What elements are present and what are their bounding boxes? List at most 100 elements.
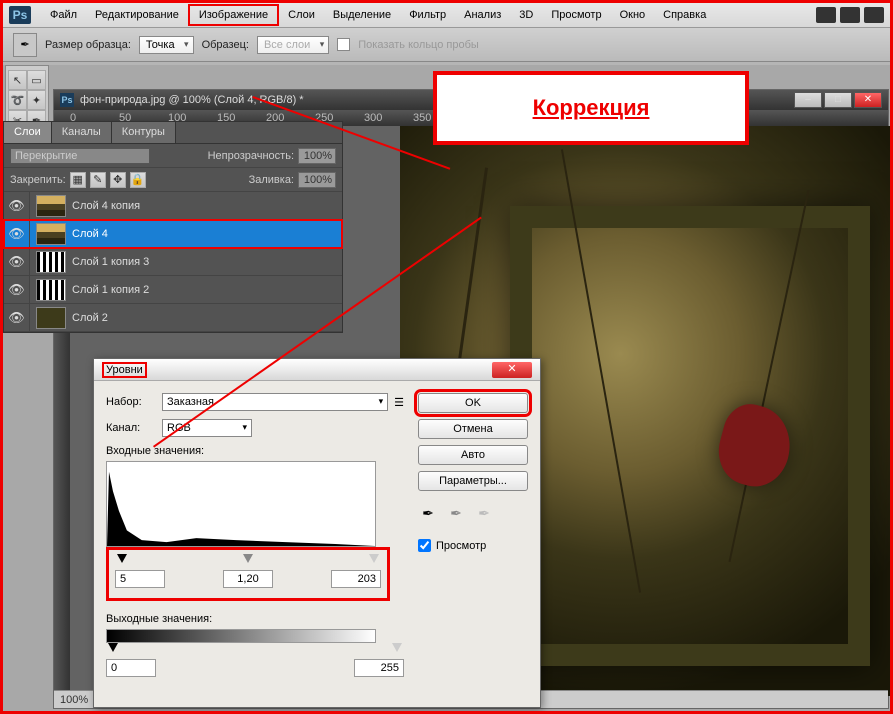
eyedropper-tool-icon[interactable]: ✒ — [13, 33, 37, 57]
minibridge-icon[interactable] — [840, 7, 860, 23]
layer-row[interactable]: 👁 Слой 4 копия — [4, 192, 342, 220]
dialog-title: Уровни — [102, 362, 147, 378]
layer-thumbnail[interactable] — [36, 195, 66, 217]
output-white-input[interactable] — [354, 659, 404, 677]
layer-row[interactable]: 👁 Слой 4 — [4, 220, 342, 248]
callout-text: Коррекция — [533, 95, 650, 121]
screenmode-icon[interactable] — [864, 7, 884, 23]
menu-edit[interactable]: Редактирование — [86, 6, 188, 24]
show-ring-label: Показать кольцо пробы — [358, 39, 479, 51]
auto-button[interactable]: Авто — [418, 445, 528, 465]
layer-thumbnail[interactable] — [36, 307, 66, 329]
visibility-icon[interactable]: 👁 — [4, 276, 30, 303]
layer-thumbnail[interactable] — [36, 223, 66, 245]
output-black-input[interactable] — [106, 659, 156, 677]
window-maximize[interactable]: □ — [824, 92, 852, 108]
layer-thumbnail[interactable] — [36, 251, 66, 273]
sample-size-select[interactable]: Точка — [139, 36, 194, 54]
marquee-tool[interactable]: ▭ — [27, 70, 46, 90]
app-logo: Ps — [9, 6, 31, 24]
input-values-label: Входные значения: — [106, 445, 404, 457]
output-values-label: Выходные значения: — [106, 613, 404, 625]
wand-tool[interactable]: ✦ — [27, 90, 46, 110]
output-gradient[interactable] — [106, 629, 376, 643]
preset-label: Набор: — [106, 396, 156, 408]
tab-layers[interactable]: Слои — [4, 122, 52, 143]
black-point-dropper-icon[interactable]: ✒ — [418, 503, 438, 523]
menu-3d[interactable]: 3D — [510, 6, 542, 24]
menu-image[interactable]: Изображение — [188, 4, 279, 26]
menu-window[interactable]: Окно — [611, 6, 655, 24]
menu-view[interactable]: Просмотр — [542, 6, 610, 24]
zoom-indicator[interactable]: 100% — [60, 694, 88, 706]
midtone-slider[interactable] — [243, 554, 253, 563]
sample-target-select[interactable]: Все слои — [257, 36, 329, 54]
shadow-input[interactable] — [115, 570, 165, 588]
fill-label: Заливка: — [249, 174, 294, 186]
lasso-tool[interactable]: ➰ — [8, 90, 27, 110]
lock-all-icon[interactable]: 🔒 — [130, 172, 146, 188]
window-close[interactable]: ✕ — [854, 92, 882, 108]
dialog-close-button[interactable]: ✕ — [492, 362, 532, 378]
input-sliders-group — [106, 547, 390, 601]
layer-name: Слой 4 — [72, 228, 108, 240]
preset-menu-icon[interactable]: ☰ — [394, 396, 404, 409]
show-ring-checkbox[interactable] — [337, 38, 350, 51]
shadow-slider[interactable] — [117, 554, 127, 563]
preview-checkbox[interactable] — [418, 539, 431, 552]
lock-pixels-icon[interactable]: ✎ — [90, 172, 106, 188]
output-black-slider[interactable] — [108, 643, 118, 652]
visibility-icon[interactable]: 👁 — [4, 220, 30, 247]
cancel-button[interactable]: Отмена — [418, 419, 528, 439]
ok-button[interactable]: OK — [418, 393, 528, 413]
channel-select[interactable]: RGB — [162, 419, 252, 437]
opacity-label: Непрозрачность: — [208, 150, 294, 162]
visibility-icon[interactable]: 👁 — [4, 248, 30, 275]
white-point-dropper-icon[interactable]: ✒ — [474, 503, 494, 523]
highlight-input[interactable] — [331, 570, 381, 588]
highlight-slider[interactable] — [369, 554, 379, 563]
layer-row[interactable]: 👁 Слой 1 копия 2 — [4, 276, 342, 304]
callout-box: Коррекция — [433, 71, 749, 145]
layer-name: Слой 1 копия 3 — [72, 256, 149, 268]
menu-select[interactable]: Выделение — [324, 6, 400, 24]
layer-row[interactable]: 👁 Слой 1 копия 3 — [4, 248, 342, 276]
fill-input[interactable]: 100% — [298, 172, 336, 188]
output-slider-track[interactable] — [106, 643, 404, 653]
layer-name: Слой 1 копия 2 — [72, 284, 149, 296]
layer-thumbnail[interactable] — [36, 279, 66, 301]
input-slider-track[interactable] — [115, 554, 381, 564]
options-bar: ✒ Размер образца: Точка Образец: Все сло… — [3, 28, 890, 62]
output-white-slider[interactable] — [392, 643, 402, 652]
gray-point-dropper-icon[interactable]: ✒ — [446, 503, 466, 523]
menu-file[interactable]: Файл — [41, 6, 86, 24]
tab-channels[interactable]: Каналы — [52, 122, 112, 143]
options-button[interactable]: Параметры... — [418, 471, 528, 491]
layer-row[interactable]: 👁 Слой 2 — [4, 304, 342, 332]
window-minimize[interactable]: – — [794, 92, 822, 108]
blend-mode-select[interactable]: Перекрытие — [10, 148, 150, 164]
dialog-titlebar[interactable]: Уровни ✕ — [94, 359, 540, 381]
preview-checkbox-row[interactable]: Просмотр — [418, 539, 528, 552]
layer-name: Слой 2 — [72, 312, 108, 324]
layers-panel: Слои Каналы Контуры Перекрытие Непрозрач… — [3, 121, 343, 333]
menu-layer[interactable]: Слои — [279, 6, 324, 24]
workspace-icon[interactable] — [816, 7, 836, 23]
lock-position-icon[interactable]: ✥ — [110, 172, 126, 188]
gamma-input[interactable] — [223, 570, 273, 588]
visibility-icon[interactable]: 👁 — [4, 192, 30, 219]
menu-analysis[interactable]: Анализ — [455, 6, 510, 24]
doc-icon: Ps — [60, 93, 74, 107]
menu-filter[interactable]: Фильтр — [400, 6, 455, 24]
sample-size-label: Размер образца: — [45, 39, 131, 51]
tab-paths[interactable]: Контуры — [112, 122, 176, 143]
sample-target-label: Образец: — [202, 39, 249, 51]
layer-name: Слой 4 копия — [72, 200, 140, 212]
lock-transparent-icon[interactable]: ▦ — [70, 172, 86, 188]
opacity-input[interactable]: 100% — [298, 148, 336, 164]
move-tool[interactable]: ↖ — [8, 70, 27, 90]
menu-help[interactable]: Справка — [654, 6, 715, 24]
preset-select[interactable]: Заказная — [162, 393, 388, 411]
visibility-icon[interactable]: 👁 — [4, 304, 30, 331]
lock-label: Закрепить: — [10, 174, 66, 186]
